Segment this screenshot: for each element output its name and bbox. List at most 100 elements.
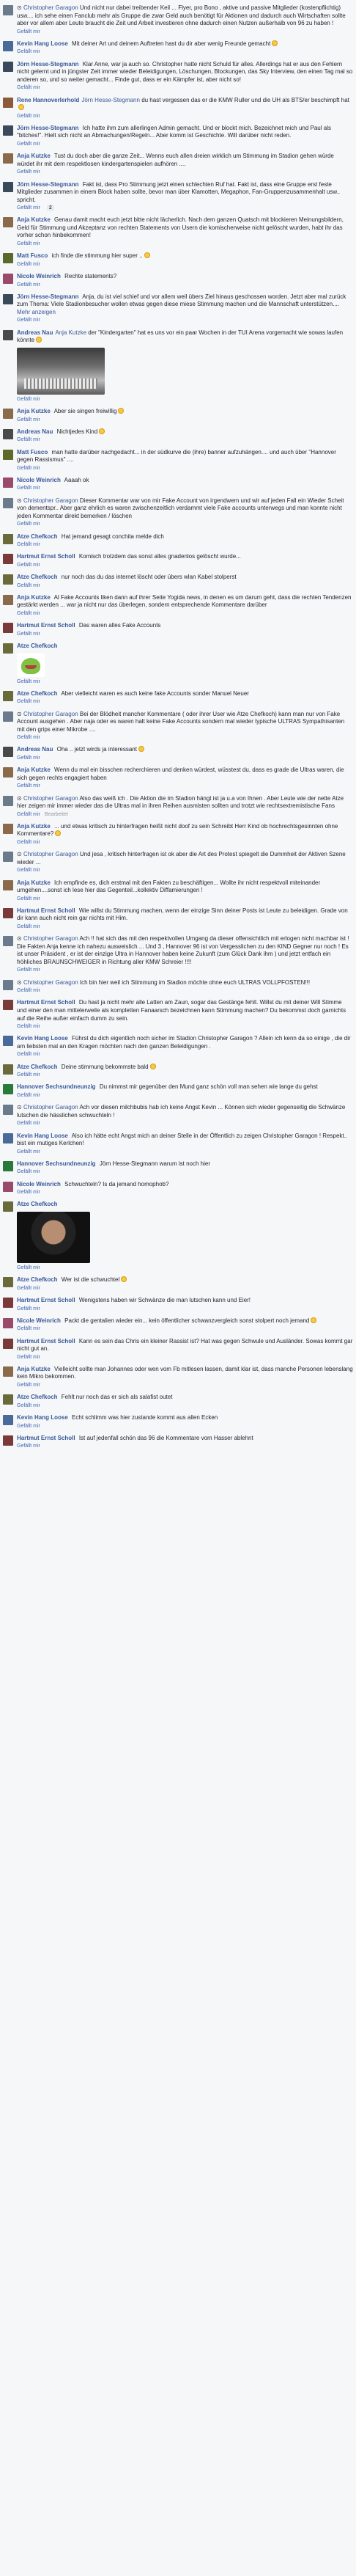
avatar[interactable]: [3, 1084, 13, 1095]
avatar[interactable]: [3, 554, 13, 565]
avatar[interactable]: [3, 329, 13, 340]
like-button[interactable]: Gefällt mir: [17, 436, 40, 443]
avatar[interactable]: [3, 1366, 13, 1377]
author-name[interactable]: Jörn Hesse-Stegmann: [17, 61, 78, 67]
like-button[interactable]: Gefällt mir: [17, 1443, 40, 1449]
author-name[interactable]: Jörn Hesse-Stegmann: [17, 181, 78, 188]
like-button[interactable]: Gefällt mir: [17, 1092, 40, 1099]
author-name[interactable]: Atze Chefkoch: [17, 643, 58, 649]
avatar[interactable]: [3, 409, 13, 420]
author-name[interactable]: Kevin Hang Loose: [17, 1414, 68, 1421]
avatar[interactable]: [3, 1394, 13, 1405]
mentioned-user[interactable]: Jörn Hesse-Stegmann: [81, 97, 140, 103]
like-button[interactable]: Gefällt mir: [17, 1285, 40, 1292]
avatar[interactable]: [3, 936, 13, 947]
avatar[interactable]: [3, 449, 13, 460]
like-button[interactable]: Gefällt mir: [17, 1382, 40, 1388]
like-button[interactable]: Gefällt mir: [17, 1120, 40, 1127]
avatar[interactable]: [3, 574, 13, 585]
avatar[interactable]: [3, 1201, 13, 1212]
author-name[interactable]: Andreas Nau: [17, 746, 53, 753]
avatar[interactable]: [3, 1297, 13, 1308]
author-name[interactable]: Nicole Weinrich: [17, 477, 61, 483]
avatar[interactable]: [3, 1105, 13, 1116]
like-button[interactable]: Gefällt mir: [17, 610, 40, 617]
avatar[interactable]: [3, 217, 13, 228]
avatar[interactable]: [3, 274, 13, 285]
avatar[interactable]: [3, 747, 13, 758]
avatar[interactable]: [3, 690, 13, 701]
avatar[interactable]: [3, 979, 13, 990]
like-button[interactable]: Gefällt mir: [17, 48, 40, 55]
author-name[interactable]: Jörn Hesse-Stegmann: [17, 293, 78, 300]
avatar[interactable]: [3, 477, 13, 488]
avatar[interactable]: [3, 61, 13, 72]
avatar[interactable]: [3, 293, 13, 304]
avatar[interactable]: [3, 1181, 13, 1192]
like-button[interactable]: Gefällt mir: [17, 1051, 40, 1058]
author-name[interactable]: Anja Kutzke: [17, 594, 51, 601]
like-button[interactable]: Gefällt mir: [17, 562, 40, 568]
like-button[interactable]: Gefällt mir: [17, 1023, 40, 1030]
avatar[interactable]: [3, 5, 13, 15]
like-button[interactable]: Gefällt mir: [17, 783, 40, 789]
like-button[interactable]: Gefällt mir: [17, 84, 40, 91]
like-button[interactable]: Gefällt mir: [17, 1168, 40, 1175]
mentioned-user[interactable]: Christopher Garagon: [23, 851, 78, 857]
like-button[interactable]: Gefällt mir: [17, 1423, 40, 1430]
author-name[interactable]: Hartmut Ernst Scholl: [17, 907, 75, 914]
avatar[interactable]: [3, 97, 13, 108]
author-name[interactable]: Andreas Nau: [17, 428, 53, 435]
author-name[interactable]: Kevin Hang Loose: [17, 1035, 68, 1042]
author-name[interactable]: Nicole Weinrich: [17, 273, 61, 279]
avatar[interactable]: [3, 153, 13, 164]
author-name[interactable]: Atze Chefkoch: [17, 533, 58, 540]
like-button[interactable]: Gefällt mir: [17, 317, 40, 323]
like-button[interactable]: Gefällt mir: [17, 113, 40, 120]
mentioned-user[interactable]: Christopher Garagon: [23, 497, 78, 504]
avatar[interactable]: [3, 1277, 13, 1288]
author-name[interactable]: Hartmut Ernst Scholl: [17, 999, 75, 1006]
author-name[interactable]: Hartmut Ernst Scholl: [17, 1338, 75, 1344]
like-button[interactable]: Gefällt mir: [17, 282, 40, 288]
like-button[interactable]: Gefällt mir: [17, 541, 40, 548]
mentioned-user[interactable]: Christopher Garagon: [23, 1104, 78, 1110]
author-name[interactable]: Hartmut Ernst Scholl: [17, 622, 75, 629]
avatar[interactable]: [3, 767, 13, 778]
avatar[interactable]: [3, 1317, 13, 1328]
like-button[interactable]: Gefällt mir: [17, 1149, 40, 1155]
author-name[interactable]: Kevin Hang Loose: [17, 40, 68, 47]
like-button[interactable]: Gefällt mir: [17, 923, 40, 930]
like-button[interactable]: Gefällt mir: [17, 261, 40, 268]
like-button[interactable]: Gefällt mir: [17, 867, 40, 874]
like-button[interactable]: Gefällt mir: [17, 465, 40, 472]
author-name[interactable]: Atze Chefkoch: [17, 574, 58, 580]
author-name[interactable]: Atze Chefkoch: [17, 1394, 58, 1400]
like-button[interactable]: Gefällt mir: [17, 896, 40, 902]
avatar[interactable]: [3, 125, 13, 136]
avatar[interactable]: [3, 1133, 13, 1144]
avatar[interactable]: [3, 795, 13, 806]
avatar[interactable]: [3, 879, 13, 890]
like-button[interactable]: Gefällt mir: [17, 485, 40, 491]
mentioned-user[interactable]: Christopher Garagon: [23, 795, 78, 802]
author-name[interactable]: Nicole Weinrich: [17, 1181, 61, 1188]
like-button[interactable]: Gefällt mir: [17, 29, 40, 35]
author-name[interactable]: Anja Kutzke: [17, 216, 51, 223]
avatar[interactable]: [3, 1414, 13, 1425]
author-name[interactable]: Jörn Hesse-Stegmann: [17, 125, 78, 131]
like-count[interactable]: 2: [46, 205, 54, 212]
mentioned-user[interactable]: Christopher Garagon: [23, 935, 78, 942]
like-button[interactable]: Gefällt mir: [17, 417, 40, 423]
mentioned-user[interactable]: Anja Kutzke: [55, 329, 86, 336]
author-name[interactable]: Anja Kutzke: [17, 766, 51, 773]
mentioned-user[interactable]: Christopher Garagon: [23, 4, 78, 11]
author-name[interactable]: Nicole Weinrich: [17, 1317, 61, 1324]
like-button[interactable]: Gefällt mir: [17, 169, 40, 175]
avatar[interactable]: [3, 823, 13, 834]
author-name[interactable]: Hannover Sechsundneunzig: [17, 1083, 96, 1090]
avatar[interactable]: [3, 907, 13, 918]
avatar[interactable]: [3, 643, 13, 654]
author-name[interactable]: Atze Chefkoch: [17, 1201, 58, 1207]
author-name[interactable]: Hannover Sechsundneunzig: [17, 1160, 96, 1167]
